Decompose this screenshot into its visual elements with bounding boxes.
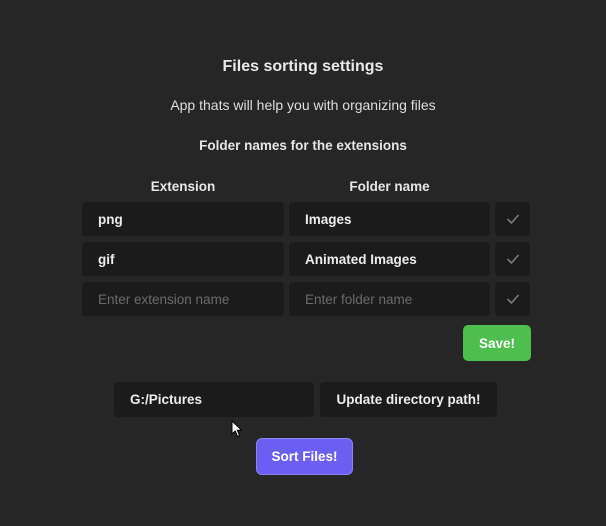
- confirm-row-button[interactable]: [495, 202, 530, 236]
- confirm-new-row-button[interactable]: [495, 282, 530, 316]
- directory-path-field[interactable]: G:/Pictures: [114, 382, 314, 417]
- folder-cell[interactable]: Images: [289, 202, 490, 236]
- confirm-row-button[interactable]: [495, 242, 530, 276]
- extension-cell[interactable]: png: [82, 202, 284, 236]
- mapping-row: png Images: [82, 202, 530, 236]
- folder-cell[interactable]: Animated Images: [289, 242, 490, 276]
- sort-files-button[interactable]: Sort Files!: [256, 438, 353, 475]
- extension-cell[interactable]: gif: [82, 242, 284, 276]
- new-extension-input[interactable]: [82, 282, 284, 316]
- check-icon: [506, 294, 519, 304]
- new-folder-input[interactable]: [289, 282, 490, 316]
- mapping-row: gif Animated Images: [82, 242, 530, 276]
- check-icon: [506, 254, 519, 264]
- mouse-cursor-icon: [231, 420, 242, 437]
- new-mapping-row: [82, 282, 530, 316]
- mapping-heading: Folder names for the extensions: [199, 138, 407, 153]
- update-directory-button[interactable]: Update directory path!: [320, 382, 497, 417]
- check-icon: [506, 214, 519, 224]
- extension-column-header: Extension: [150, 179, 216, 194]
- page-subtitle: App thats will help you with organizing …: [170, 97, 436, 113]
- save-button[interactable]: Save!: [463, 325, 531, 361]
- page-title: Files sorting settings: [222, 58, 384, 75]
- settings-app: Files sorting settings App thats will he…: [0, 0, 606, 526]
- folder-column-header: Folder name: [349, 179, 430, 194]
